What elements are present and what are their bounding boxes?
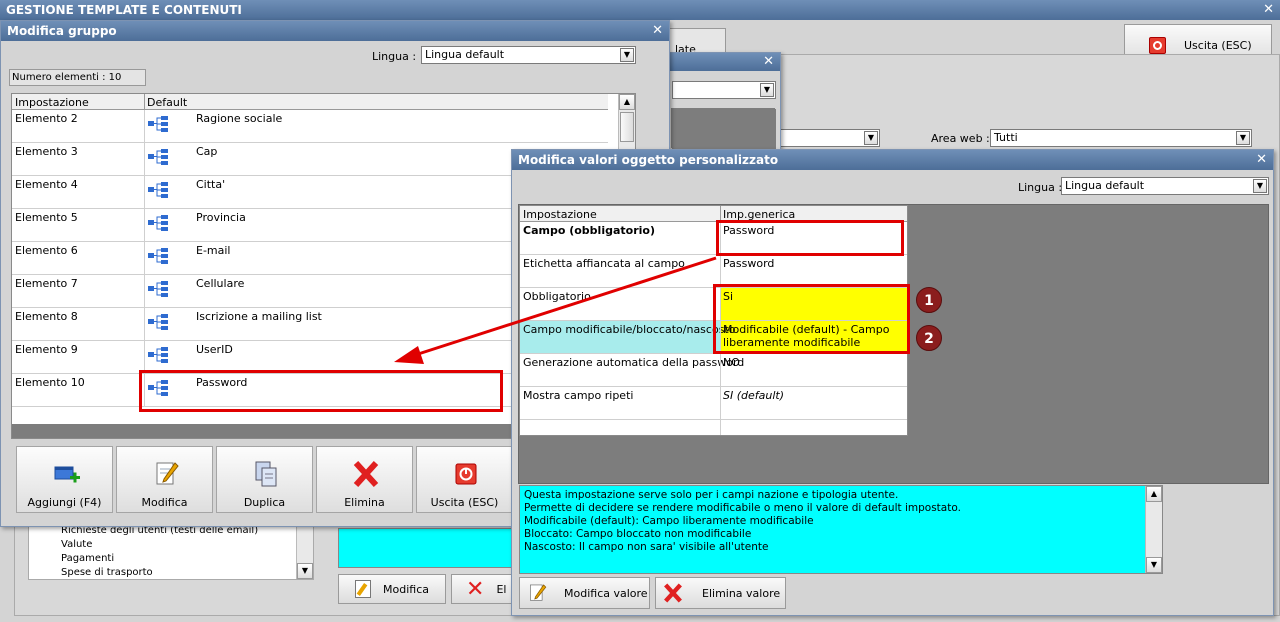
annotation-arrow: [394, 256, 717, 364]
